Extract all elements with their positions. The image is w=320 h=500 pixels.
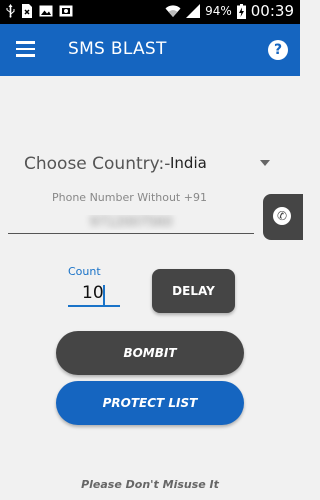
delay-button[interactable]: DELAY (152, 269, 235, 313)
text-cursor (103, 285, 105, 305)
protect-list-button[interactable]: PROTECT LIST (56, 381, 244, 425)
usb-icon (6, 4, 15, 18)
help-icon[interactable]: ? (268, 40, 288, 60)
phone-icon: ✆ (273, 207, 291, 225)
sim-card-icon (22, 4, 32, 18)
phone-number-field: Phone Number Without +91 (8, 189, 254, 237)
country-label: Choose Country:- (24, 154, 171, 174)
signal-icon (186, 4, 201, 18)
status-bar: 94% 00:39 (0, 0, 300, 24)
hamburger-menu-icon[interactable] (16, 41, 36, 57)
dropdown-arrow-icon (260, 160, 270, 166)
count-input[interactable] (68, 281, 120, 307)
battery-charging-icon (236, 3, 246, 19)
image-icon (39, 5, 53, 17)
count-label: Count (68, 265, 101, 278)
battery-percent: 94% (205, 4, 232, 18)
app-bar: SMS BLAST ? (0, 24, 300, 76)
notification-icons (6, 4, 73, 18)
phone-number-input[interactable] (8, 211, 254, 234)
app-title: SMS BLAST (68, 39, 167, 59)
picture-frame-icon (59, 5, 73, 17)
bombit-button[interactable]: BOMBIT (56, 331, 244, 375)
phone-number-label: Phone Number Without +91 (52, 191, 207, 204)
wifi-icon (165, 5, 181, 17)
footer-note: Please Don't Misuse It (81, 478, 219, 491)
clock: 00:39 (250, 2, 294, 20)
country-dropdown[interactable]: India (164, 150, 276, 176)
system-status: 94% 00:39 (165, 2, 294, 20)
country-value: India (170, 154, 207, 172)
contacts-side-tab[interactable]: ✆ (263, 194, 303, 240)
